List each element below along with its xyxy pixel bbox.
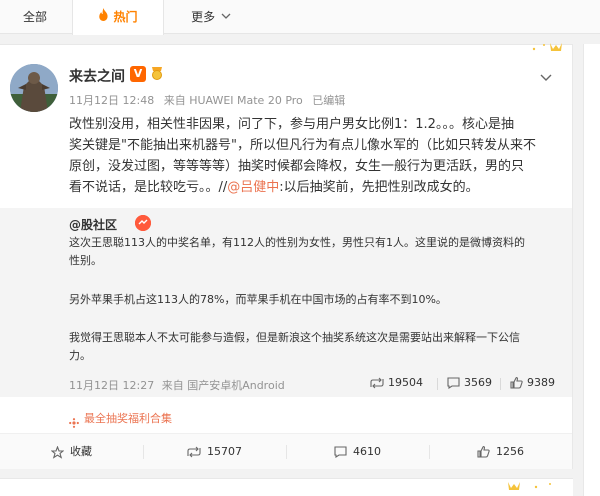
post-source: 来自 HUAWEI Mate 20 Pro (163, 94, 303, 107)
crown-decoration-icon (506, 478, 566, 496)
retweet-like-count: 9389 (527, 376, 555, 389)
retweet-meta: 11月12日 12:27 来自 国产安卓机Android (69, 377, 289, 393)
retweet-text-line: 另外苹果手机占这113人的78%，而苹果手机在中国市场的占有率不到10%。 (69, 293, 447, 306)
post-meta: 11月12日 12:48 来自 HUAWEI Mate 20 Pro 已编辑 (69, 92, 351, 108)
retweet-block[interactable]: @股社区 这次王思聪113人的中奖名单，有112人的性别为女性，男性只有1人。这… (0, 208, 572, 397)
weibo-card: 来去之间 V 11月12日 12:48 来自 HUAWEI Mate 20 Pr… (0, 43, 573, 469)
repost-icon (187, 446, 201, 458)
like-icon (477, 446, 490, 458)
repost-button[interactable]: 15707 (143, 434, 286, 470)
retweet-source: 来自 国产安卓机Android (161, 379, 285, 392)
like-button[interactable]: 1256 (429, 434, 572, 470)
collection-icon (69, 413, 79, 432)
next-weibo-card (0, 478, 573, 496)
star-icon (51, 445, 64, 459)
collection-link[interactable]: 最全抽奖福利合集 (84, 410, 172, 426)
mention-link[interactable]: @吕健中 (227, 180, 279, 195)
tab-all[interactable]: 全部 (6, 0, 64, 34)
post-action-bar: 收藏 15707 4610 1256 (0, 433, 572, 469)
retweet-like-button[interactable]: 9389 (510, 376, 555, 389)
retweet-repost-button[interactable]: 19504 (370, 376, 423, 389)
post-text-segment: :以后抽奖前，先把性别改成女的。 (279, 180, 479, 195)
comment-count: 4610 (353, 445, 381, 458)
retweet-username[interactable]: @股社区 (69, 216, 117, 233)
crown-decoration-icon (504, 39, 564, 59)
post-username[interactable]: 来去之间 (69, 66, 125, 86)
like-count: 1256 (496, 445, 524, 458)
post-text-line: 改性别没用，相关性非因果，问了下，参与用户男女比例1：1.2。。。核心是抽 (69, 117, 514, 132)
comment-button[interactable]: 4610 (286, 434, 429, 470)
repost-icon (370, 377, 384, 388)
post-timestamp[interactable]: 11月12日 12:48 (69, 94, 154, 107)
retweet-comment-count: 3569 (464, 376, 492, 389)
right-sidebar-edge (583, 44, 600, 496)
post-text-line: 奖关键是"不能抽出来机器号"，所以但凡行为有点儿像水军的（比如只转发从来不 (69, 138, 536, 153)
user-avatar[interactable] (10, 64, 58, 112)
feed-tabs: 全部 热门 更多 (0, 0, 600, 35)
post-text-line: 看不说话，是比较吃亏。。//@吕健中:以后抽奖前，先把性别改成女的。 (69, 177, 549, 198)
retweet-comment-button[interactable]: 3569 (447, 376, 492, 389)
post-text-segment: 看不说话，是比较吃亏。。// (69, 180, 228, 195)
flame-icon (98, 0, 109, 34)
retweet-timestamp[interactable]: 11月12日 12:27 (69, 379, 154, 392)
divider (500, 378, 501, 390)
post-menu-chevron-icon[interactable] (540, 67, 552, 86)
retweet-text-line: 性别。 (69, 254, 102, 267)
chevron-down-icon (221, 0, 231, 33)
favorite-button[interactable]: 收藏 (0, 434, 143, 470)
tab-hot-label: 热门 (113, 10, 138, 24)
tab-more-label: 更多 (191, 10, 216, 24)
repost-count: 15707 (207, 445, 242, 458)
comment-icon (334, 446, 347, 458)
post-text: 改性别没用，相关性非因果，问了下，参与用户男女比例1：1.2。。。核心是抽 奖关… (69, 114, 549, 198)
comment-icon (447, 376, 460, 389)
favorite-label: 收藏 (70, 445, 92, 458)
like-icon (510, 376, 523, 389)
retweet-text-line: 这次王思聪113人的中奖名单，有112人的性别为女性，男性只有1人。这里说的是微… (69, 236, 525, 249)
retweet-repost-count: 19504 (388, 376, 423, 389)
tab-more[interactable]: 更多 (176, 0, 246, 34)
tab-hot[interactable]: 热门 (72, 0, 164, 35)
verified-badge-icon[interactable]: V (130, 66, 146, 82)
retweet-text-line: 力。 (69, 349, 91, 362)
retweet-text-line: 我觉得王思聪本人不太可能参与造假，但是新浪这个抽奖系统这次是需要站出来解释一下公… (69, 331, 520, 344)
post-edited[interactable]: 已编辑 (312, 94, 345, 107)
divider (437, 378, 438, 390)
post-text-line: 原创，没发过图，等等等等）抽奖时候都会降权，女生一般行为更活跃，男的只 (69, 159, 525, 174)
medal-icon[interactable] (149, 65, 165, 85)
user-badge-icon (135, 215, 151, 231)
